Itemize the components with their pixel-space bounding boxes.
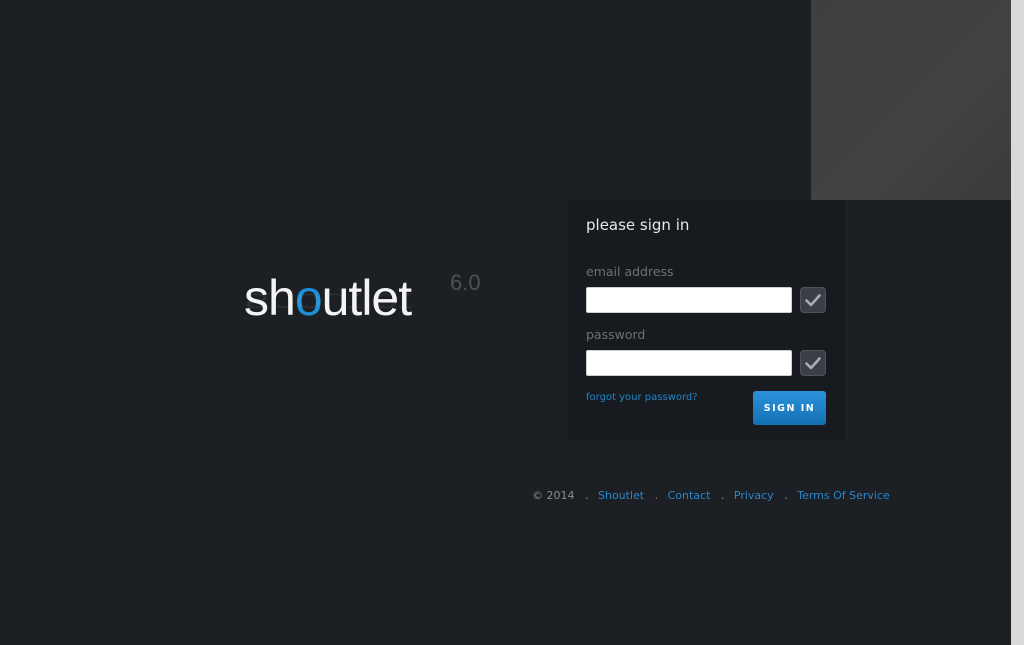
signin-title: please sign in bbox=[586, 216, 690, 234]
login-page: shoutlet shoutlet 6.0 please sign in ema… bbox=[0, 0, 1024, 645]
password-check-icon bbox=[800, 350, 826, 376]
footer-separator: . bbox=[720, 489, 725, 502]
sign-in-button[interactable]: SIGN IN bbox=[753, 391, 826, 425]
check-icon bbox=[805, 293, 821, 306]
footer-link-shoutlet[interactable]: Shoutlet bbox=[598, 489, 644, 502]
shoutlet-logo: shoutlet shoutlet 6.0 bbox=[244, 270, 504, 360]
email-label: email address bbox=[586, 264, 674, 279]
copyright-text: © 2014 bbox=[532, 489, 575, 502]
password-field[interactable] bbox=[586, 350, 792, 376]
email-check-icon bbox=[800, 287, 826, 313]
footer-link-privacy[interactable]: Privacy bbox=[734, 489, 774, 502]
footer-separator: . bbox=[585, 489, 589, 502]
footer: © 2014 . Shoutlet . Contact . Privacy . … bbox=[532, 489, 890, 502]
footer-link-contact[interactable]: Contact bbox=[668, 489, 711, 502]
email-field[interactable] bbox=[586, 287, 792, 313]
password-label: password bbox=[586, 327, 646, 342]
scrollbar-strip bbox=[1011, 0, 1024, 645]
background-panel bbox=[811, 0, 1024, 200]
signin-panel: please sign in email address password fo… bbox=[568, 200, 845, 440]
footer-separator: . bbox=[654, 489, 659, 502]
forgot-password-link[interactable]: forgot your password? bbox=[586, 392, 698, 403]
footer-link-terms[interactable]: Terms Of Service bbox=[797, 489, 890, 502]
check-icon bbox=[805, 356, 821, 369]
footer-separator: . bbox=[784, 489, 788, 502]
logo-reflection: shoutlet bbox=[244, 287, 412, 318]
logo-version: 6.0 bbox=[450, 270, 481, 295]
